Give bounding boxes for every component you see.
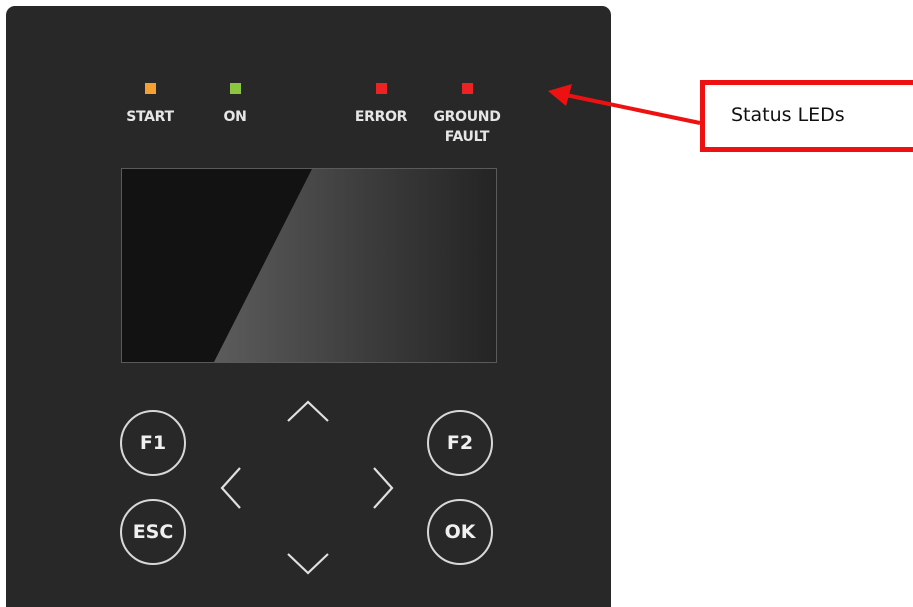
callout-label: Status LEDs [731,104,845,126]
callout-box: Status LEDs [700,80,913,152]
